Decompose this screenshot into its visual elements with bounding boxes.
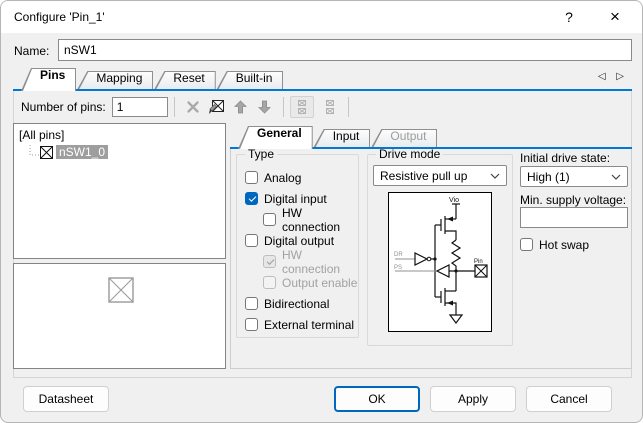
- chevron-down-icon: [490, 173, 500, 179]
- checkbox-label: Digital output: [264, 234, 334, 248]
- tab-mapping[interactable]: Mapping: [77, 71, 153, 89]
- tab-output-label: Output: [371, 127, 437, 143]
- close-icon[interactable]: ×: [600, 1, 630, 33]
- diagram-ps-label: PS: [394, 265, 402, 271]
- tab-pins-label: Pins: [21, 64, 76, 82]
- checkbox-label: Digital input: [264, 192, 327, 206]
- tab-reset[interactable]: Reset: [154, 71, 215, 89]
- checkbox-bidirectional[interactable]: Bidirectional: [237, 293, 358, 314]
- drive-mode-diagram: Vio DR PS Pin: [388, 192, 492, 332]
- toolbar-separator: [283, 97, 284, 117]
- min-supply-voltage-input[interactable]: [520, 207, 628, 228]
- title-bar: Configure 'Pin_1' ? ×: [1, 1, 642, 33]
- checkbox-icon[interactable]: [245, 171, 258, 184]
- edit-pin-icon[interactable]: [205, 96, 229, 118]
- tab-input[interactable]: Input: [314, 129, 371, 147]
- checkbox-label: HW connection: [282, 248, 358, 276]
- list-item[interactable]: nSW1_0: [26, 145, 225, 159]
- group-pins-icon[interactable]: [290, 96, 314, 118]
- pin-preview-symbol-icon: [108, 277, 134, 303]
- cancel-button[interactable]: Cancel: [526, 386, 612, 412]
- apply-button[interactable]: Apply: [430, 386, 516, 412]
- checkbox-label: HW connection: [282, 206, 358, 234]
- type-group-title: Type: [245, 147, 277, 161]
- drive-mode-group-title: Drive mode: [376, 147, 443, 161]
- toolbar-separator: [348, 97, 349, 117]
- tab-built-in-label: Built-in: [217, 69, 284, 85]
- checkbox-label: Bidirectional: [264, 297, 329, 311]
- checkbox-external-terminal[interactable]: External terminal: [237, 314, 358, 335]
- min-supply-voltage-label: Min. supply voltage:: [520, 193, 626, 207]
- pin-list-panel[interactable]: [All pins] nSW1_0: [13, 123, 226, 259]
- pin-preview-panel: [13, 263, 226, 369]
- ok-button[interactable]: OK: [334, 386, 420, 412]
- help-button[interactable]: ?: [554, 1, 584, 33]
- checkbox-hot-swap[interactable]: Hot swap: [520, 234, 589, 255]
- pin-symbol-icon: [40, 146, 53, 159]
- move-up-icon[interactable]: [229, 96, 253, 118]
- drive-mode-value: Resistive pull up: [380, 169, 467, 183]
- chevron-down-icon: [611, 174, 621, 180]
- checkbox-label: Analog: [264, 171, 301, 185]
- toolbar-separator: [174, 97, 175, 117]
- name-input[interactable]: [58, 39, 632, 61]
- delete-pin-icon[interactable]: [181, 96, 205, 118]
- checkbox-label: External terminal: [264, 318, 354, 332]
- pin-item-label[interactable]: nSW1_0: [56, 145, 108, 159]
- dialog-title: Configure 'Pin_1': [14, 1, 105, 33]
- checkbox-icon: [263, 255, 276, 268]
- pin-tree-root[interactable]: [All pins]: [14, 124, 225, 142]
- tab-general[interactable]: General: [238, 126, 313, 149]
- checkbox-icon[interactable]: [245, 297, 258, 310]
- checkbox-output-hw-connection: HW connection: [237, 251, 358, 272]
- checkbox-input-hw-connection[interactable]: HW connection: [237, 209, 358, 230]
- tab-scroll-arrows-icon[interactable]: ◁ ▷: [598, 71, 628, 82]
- initial-drive-state-label: Initial drive state:: [520, 151, 610, 165]
- pins-toolbar: Number of pins:: [13, 94, 632, 120]
- diagram-pin-label: Pin: [474, 259, 483, 265]
- ungroup-pins-icon[interactable]: [318, 96, 342, 118]
- tab-pins[interactable]: Pins: [21, 68, 76, 91]
- number-of-pins-input[interactable]: [112, 97, 168, 117]
- checkbox-analog[interactable]: Analog: [237, 167, 358, 188]
- initial-drive-state-value: High (1): [527, 170, 570, 184]
- diagram-dr-label: DR: [394, 252, 403, 258]
- move-down-icon[interactable]: [253, 96, 277, 118]
- checkbox-label: Hot swap: [539, 238, 589, 252]
- number-of-pins-label: Number of pins:: [21, 100, 106, 114]
- tab-built-in[interactable]: Built-in: [217, 71, 284, 89]
- outer-tab-strip: Pins Mapping Reset Built-in ◁ ▷: [13, 68, 632, 91]
- tab-output: Output: [371, 129, 437, 147]
- checkbox-icon[interactable]: [520, 238, 533, 251]
- tab-reset-label: Reset: [154, 69, 215, 85]
- checkbox-icon[interactable]: [245, 234, 258, 247]
- tab-general-label: General: [238, 122, 313, 140]
- drive-mode-select[interactable]: Resistive pull up: [373, 165, 507, 186]
- checkbox-icon[interactable]: [245, 318, 258, 331]
- checkbox-icon[interactable]: [245, 192, 258, 205]
- tab-input-label: Input: [314, 127, 371, 143]
- checkbox-icon: [263, 276, 276, 289]
- checkbox-label: Output enable: [282, 276, 357, 290]
- diagram-vio-label: Vio: [449, 197, 459, 204]
- checkbox-output-enable: Output enable: [237, 272, 358, 293]
- tab-underline: [13, 89, 632, 91]
- tab-mapping-label: Mapping: [77, 69, 153, 85]
- name-label: Name:: [14, 44, 49, 58]
- inner-tab-strip: General Input Output: [230, 126, 632, 149]
- configure-pin-dialog: Configure 'Pin_1' ? × Name: Pins Mapping…: [0, 0, 643, 423]
- type-groupbox: Type Analog Digital input HW connection …: [236, 154, 359, 338]
- initial-drive-state-select[interactable]: High (1): [520, 166, 628, 187]
- tree-connector-icon: [26, 145, 40, 159]
- checkbox-icon[interactable]: [263, 213, 276, 226]
- datasheet-button[interactable]: Datasheet: [23, 386, 109, 412]
